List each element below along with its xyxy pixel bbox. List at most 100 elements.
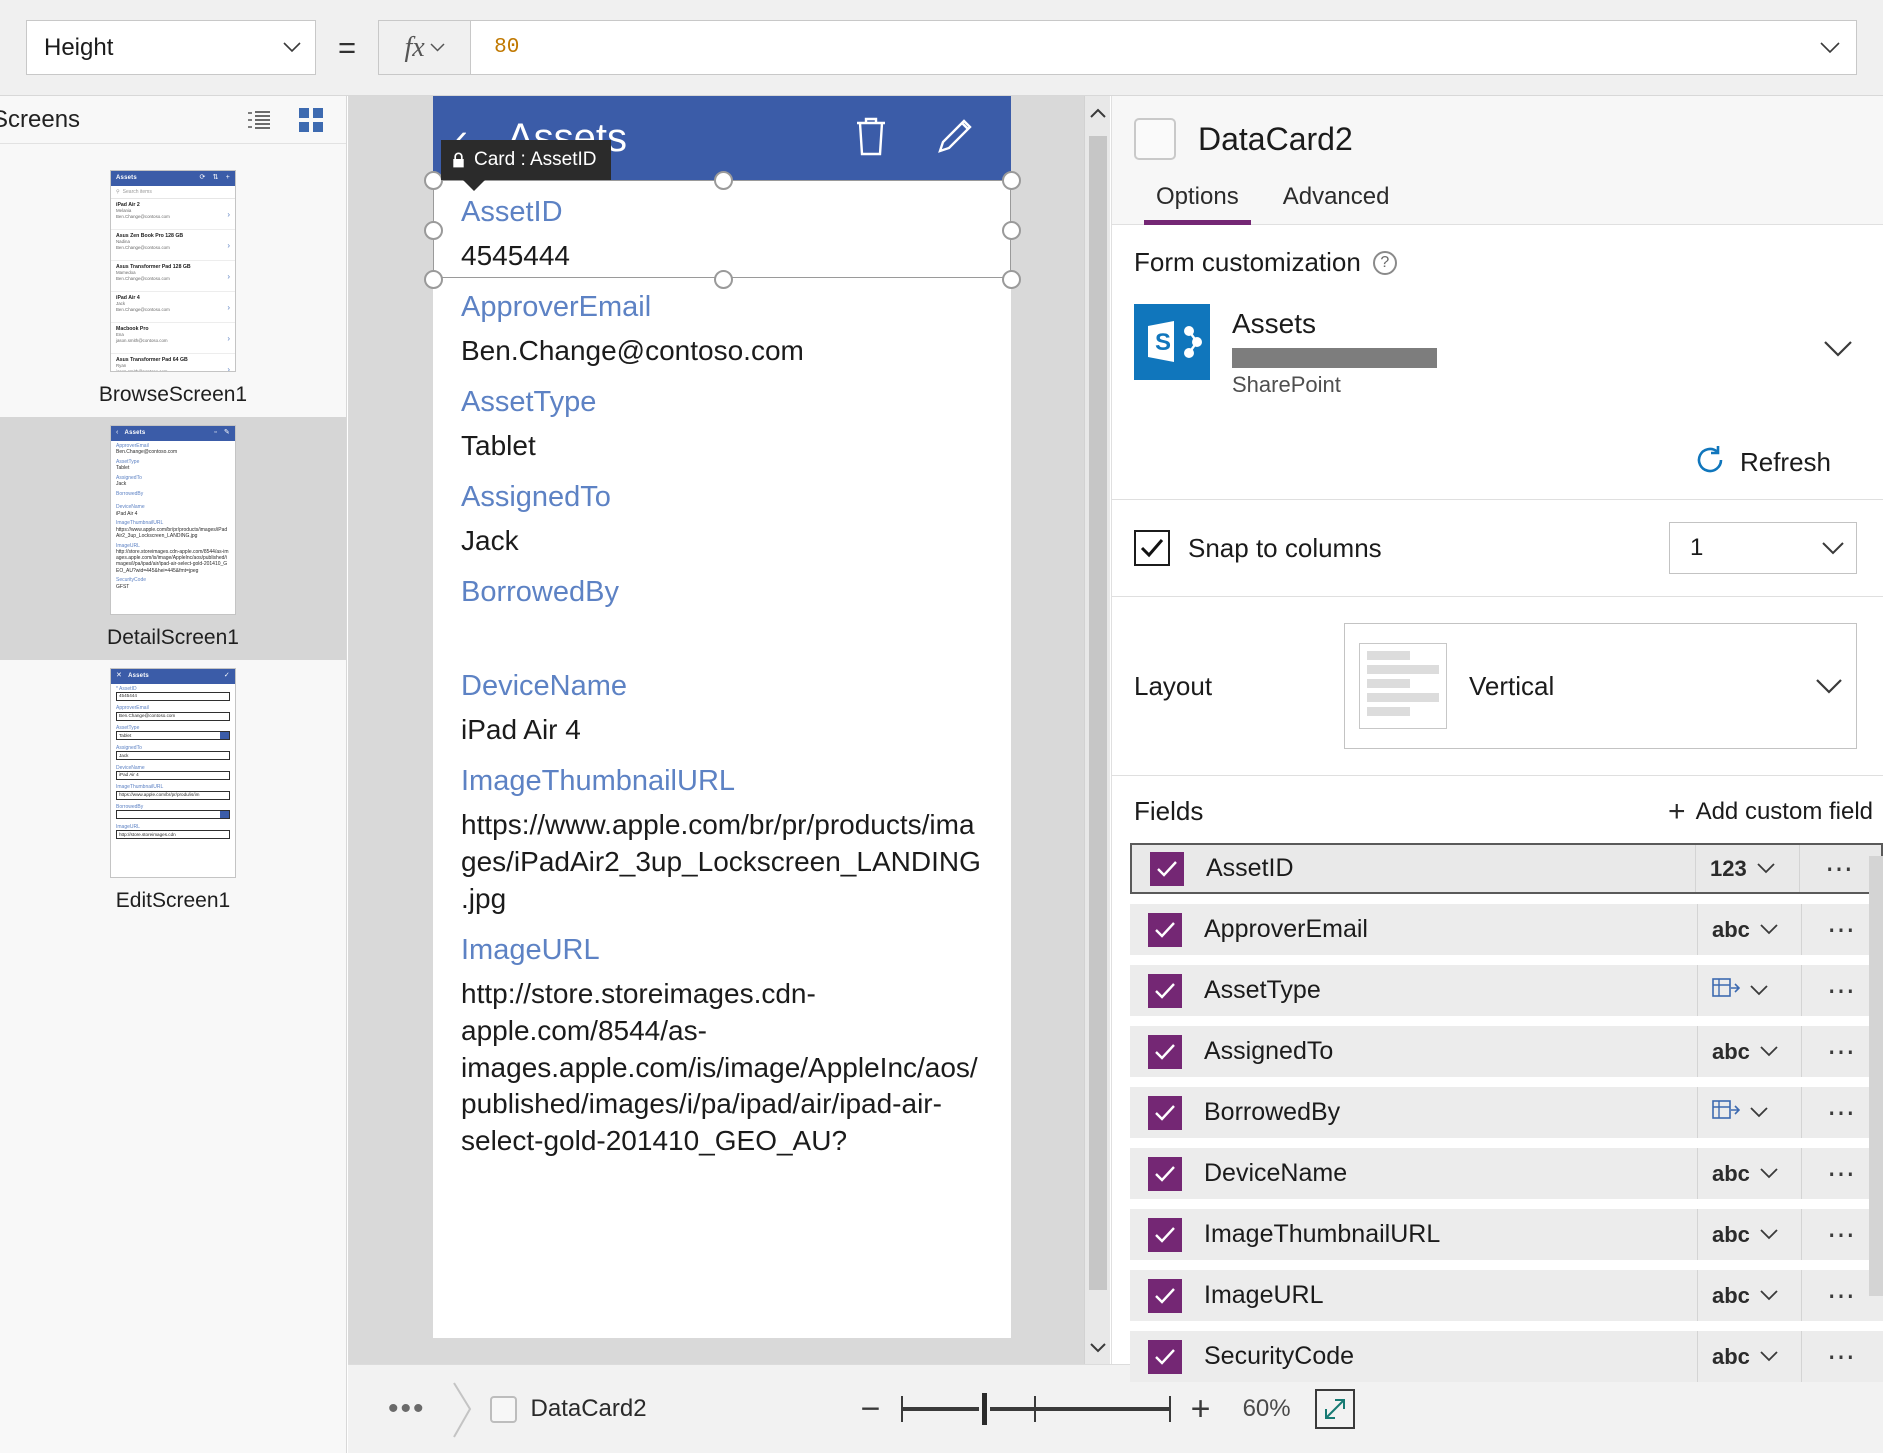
field-checkbox[interactable] (1148, 1095, 1182, 1130)
field-type-dropdown[interactable]: abc (1697, 1209, 1801, 1260)
field-checkbox[interactable] (1148, 1034, 1182, 1069)
thumb-field-value: http://store.storeimages.cdn-apple.com/8… (116, 548, 229, 574)
form-field-devicename[interactable]: DeviceName iPad Air 4 (433, 654, 1011, 749)
add-custom-field-button[interactable]: + Add custom field (1668, 796, 1873, 827)
screen-item-browsescreen1[interactable]: Assets ⟳ ⇅ + ⚲ Search items iPad Air 2 M… (0, 162, 346, 417)
field-row-assettype[interactable]: AssetType ⋯ (1130, 965, 1883, 1016)
fields-title: Fields (1134, 796, 1204, 826)
field-row-assetid[interactable]: AssetID 123 ⋯ (1130, 843, 1883, 894)
delete-icon: ▫ (214, 429, 217, 437)
field-type-label: abc (1712, 916, 1750, 942)
scroll-down-icon[interactable] (1085, 1330, 1111, 1364)
thumb-field-input: iPad Air 4 (116, 770, 230, 780)
form-field-assignedto[interactable]: AssignedTo Jack (433, 465, 1011, 560)
thumb-field-label: ImageThumbnailURL (116, 784, 164, 791)
help-icon[interactable]: ? (1372, 250, 1397, 275)
field-row-imagethumbnailurl[interactable]: ImageThumbnailURL abc ⋯ (1130, 1209, 1883, 1260)
zoom-tick (1033, 1396, 1036, 1422)
field-checkbox[interactable] (1148, 1217, 1182, 1252)
thumbnail-view-icon[interactable] (294, 103, 328, 137)
chevron-right-icon: › (227, 303, 230, 312)
phone-preview[interactable]: ‹ Assets AssetID 4545444 ApproverEmail B… (424, 96, 1021, 1338)
field-type-label: abc (1712, 1282, 1750, 1308)
field-type-dropdown[interactable]: abc (1697, 1270, 1801, 1321)
field-row-devicename[interactable]: DeviceName abc ⋯ (1130, 1148, 1883, 1199)
field-type-dropdown[interactable]: abc (1697, 1148, 1801, 1199)
formula-input[interactable]: 80 (470, 20, 1857, 75)
list-item-sub2: Ben.Change@contoso.com (116, 306, 170, 312)
field-label: AssetID (461, 196, 563, 228)
refresh-row[interactable]: Refresh (1134, 426, 1857, 499)
zoom-tick (1168, 1396, 1171, 1422)
form-field-approveremail[interactable]: ApproverEmail Ben.Change@contoso.com (433, 275, 1011, 370)
zoom-slider-handle[interactable] (978, 1390, 990, 1428)
field-type-dropdown[interactable]: abc (1697, 1026, 1801, 1077)
tree-view-icon[interactable] (242, 103, 276, 137)
field-name: DeviceName (1204, 1159, 1348, 1187)
refresh-icon[interactable] (1694, 444, 1726, 481)
zoom-slider[interactable] (900, 1390, 1171, 1428)
field-name: ImageURL (1204, 1281, 1324, 1309)
field-checkbox[interactable] (1148, 1156, 1182, 1191)
field-row-approveremail[interactable]: ApproverEmail abc ⋯ (1130, 904, 1883, 955)
form-field-borrowedby[interactable]: BorrowedBy (433, 560, 1011, 654)
formula-expand-icon[interactable] (1820, 41, 1840, 54)
field-checkbox[interactable] (1148, 1339, 1182, 1374)
tab-advanced[interactable]: Advanced (1261, 170, 1412, 224)
scroll-up-icon[interactable] (1085, 96, 1110, 130)
field-type-dropdown[interactable]: abc (1697, 904, 1801, 955)
field-checkbox[interactable] (1150, 851, 1184, 886)
field-row-imageurl[interactable]: ImageURL abc ⋯ (1130, 1270, 1883, 1321)
field-checkbox[interactable] (1148, 973, 1182, 1008)
canvas-scrollbar-thumb[interactable] (1089, 136, 1107, 1290)
breadcrumb-separator (452, 1365, 478, 1453)
trash-icon[interactable] (853, 115, 889, 162)
field-row-securitycode[interactable]: SecurityCode abc ⋯ (1130, 1331, 1883, 1382)
datasource-row[interactable]: S Assets SharePoint (1134, 300, 1857, 426)
field-type-dropdown[interactable]: 123 (1695, 845, 1799, 892)
breadcrumb-overflow-button[interactable]: ••• (348, 1392, 452, 1426)
field-type-dropdown[interactable] (1697, 1087, 1801, 1138)
fx-button[interactable]: fx (378, 20, 471, 75)
add-icon: + (225, 174, 230, 182)
field-more-options-button[interactable]: ⋯ (1801, 1331, 1883, 1382)
layout-dropdown[interactable]: Vertical (1344, 623, 1857, 749)
screen-item-detailscreen1[interactable]: ‹ Assets ▫ ✎ ApproverEmail Ben.Change@co… (0, 417, 346, 660)
chevron-right-icon: › (227, 272, 230, 281)
field-type-dropdown[interactable]: abc (1697, 1331, 1801, 1382)
screen-thumbnail-edit[interactable]: ✕ Assets ✓ * AssetID 4545444 ApproverEma… (110, 668, 236, 878)
tab-options[interactable]: Options (1134, 170, 1261, 225)
canvas-scrollbar[interactable] (1084, 96, 1110, 1364)
form-field-assetid[interactable]: AssetID 4545444 (433, 180, 1011, 275)
snap-to-columns-checkbox[interactable] (1134, 530, 1170, 566)
zoom-out-button[interactable]: − (847, 1390, 895, 1429)
field-type-label: abc (1712, 1343, 1750, 1369)
breadcrumb[interactable]: DataCard2 (478, 1395, 647, 1423)
field-name: AssetType (1204, 976, 1321, 1004)
form-field-imagethumbnailurl[interactable]: ImageThumbnailURL https://www.apple.com/… (433, 749, 1011, 918)
form-field-assettype[interactable]: AssetType Tablet (433, 370, 1011, 465)
field-type-dropdown[interactable] (1697, 965, 1801, 1016)
screen-item-editscreen1[interactable]: ✕ Assets ✓ * AssetID 4545444 ApproverEma… (0, 660, 346, 923)
canvas[interactable]: ‹ Assets AssetID 4545444 ApproverEmail B… (348, 96, 1110, 1364)
field-row-borrowedby[interactable]: BorrowedBy ⋯ (1130, 1087, 1883, 1138)
layout-preview-icon (1359, 643, 1447, 729)
property-dropdown[interactable]: Height (26, 20, 316, 75)
zoom-in-button[interactable]: + (1177, 1390, 1225, 1429)
form-field-imageurl[interactable]: ImageURL http://store.storeimages.cdn-ap… (433, 918, 1011, 1161)
columns-dropdown[interactable]: 1 (1669, 522, 1857, 574)
pencil-icon[interactable] (935, 115, 975, 162)
sharepoint-icon: S (1134, 304, 1210, 380)
fit-screen-icon[interactable] (1314, 1389, 1355, 1429)
field-checkbox[interactable] (1148, 1278, 1182, 1313)
thumb-app-bar: ‹ Assets ▫ ✎ (111, 426, 235, 441)
screen-thumbnail-browse[interactable]: Assets ⟳ ⇅ + ⚲ Search items iPad Air 2 M… (110, 170, 236, 372)
chevron-down-icon[interactable] (269, 42, 315, 53)
field-checkbox[interactable] (1148, 912, 1182, 947)
thumb-app-title: Assets (128, 672, 149, 679)
screen-thumbnail-detail[interactable]: ‹ Assets ▫ ✎ ApproverEmail Ben.Change@co… (110, 425, 236, 615)
chevron-down-icon[interactable] (1823, 340, 1857, 363)
field-row-assignedto[interactable]: AssignedTo abc ⋯ (1130, 1026, 1883, 1077)
breadcrumb-checkbox-icon[interactable] (489, 1395, 517, 1423)
fields-scrollbar-thumb[interactable] (1869, 856, 1883, 1296)
